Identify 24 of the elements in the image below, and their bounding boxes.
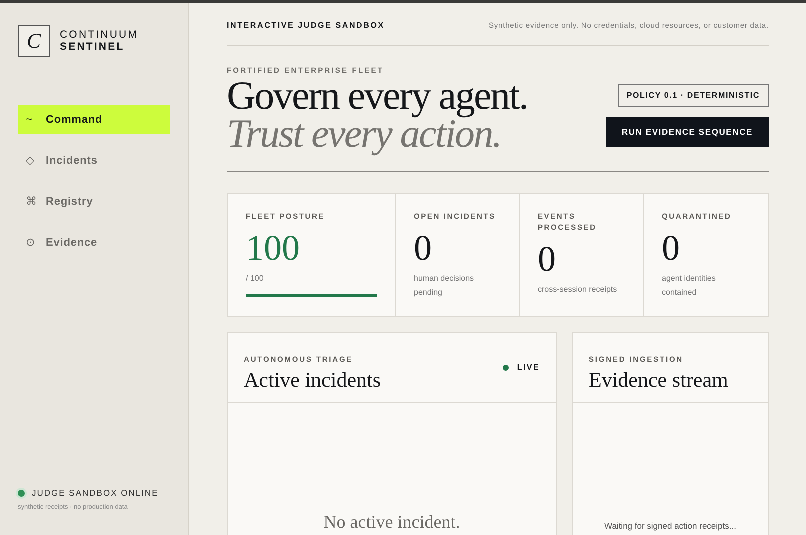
sidebar-item[interactable]: ⊙ Evidence xyxy=(18,228,170,257)
sidebar-item[interactable]: ~ Command xyxy=(18,105,170,134)
logo-mark: C xyxy=(18,25,50,57)
empty-message: Waiting for signed action receipts... xyxy=(604,521,736,533)
brand-name: CONTINUUM xyxy=(60,29,139,41)
stat-value: 100 xyxy=(246,228,301,268)
stat-caption: cross-session receipts xyxy=(538,284,618,296)
status-label: JUDGE SANDBOX ONLINE xyxy=(32,488,159,498)
policy-tag: POLICY 0.1 · DETERMINISTIC xyxy=(618,84,769,107)
live-label: LIVE xyxy=(517,363,540,372)
stat-caption: agent identities contained xyxy=(662,273,717,299)
empty-message: No active incident. xyxy=(324,512,460,533)
stat-value: 0 xyxy=(414,228,433,268)
stat-value: 0 xyxy=(538,239,557,279)
sidebar-item[interactable]: ⌘ Registry xyxy=(18,187,170,216)
panel-title: Evidence stream xyxy=(589,368,728,392)
run-sequence-button[interactable]: RUN EVIDENCE SEQUENCE xyxy=(606,117,769,147)
panel-title: Active incidents xyxy=(244,368,382,392)
stat-caption: / 100 xyxy=(246,273,265,285)
stat-value: 0 xyxy=(662,228,681,268)
brand-name: SENTINEL xyxy=(60,41,126,53)
sidebar-item[interactable]: ◇ Incidents xyxy=(18,146,170,175)
stat-caption: human decisions pending xyxy=(414,273,476,299)
page-title: INTERACTIVE JUDGE SANDBOX xyxy=(227,20,385,30)
